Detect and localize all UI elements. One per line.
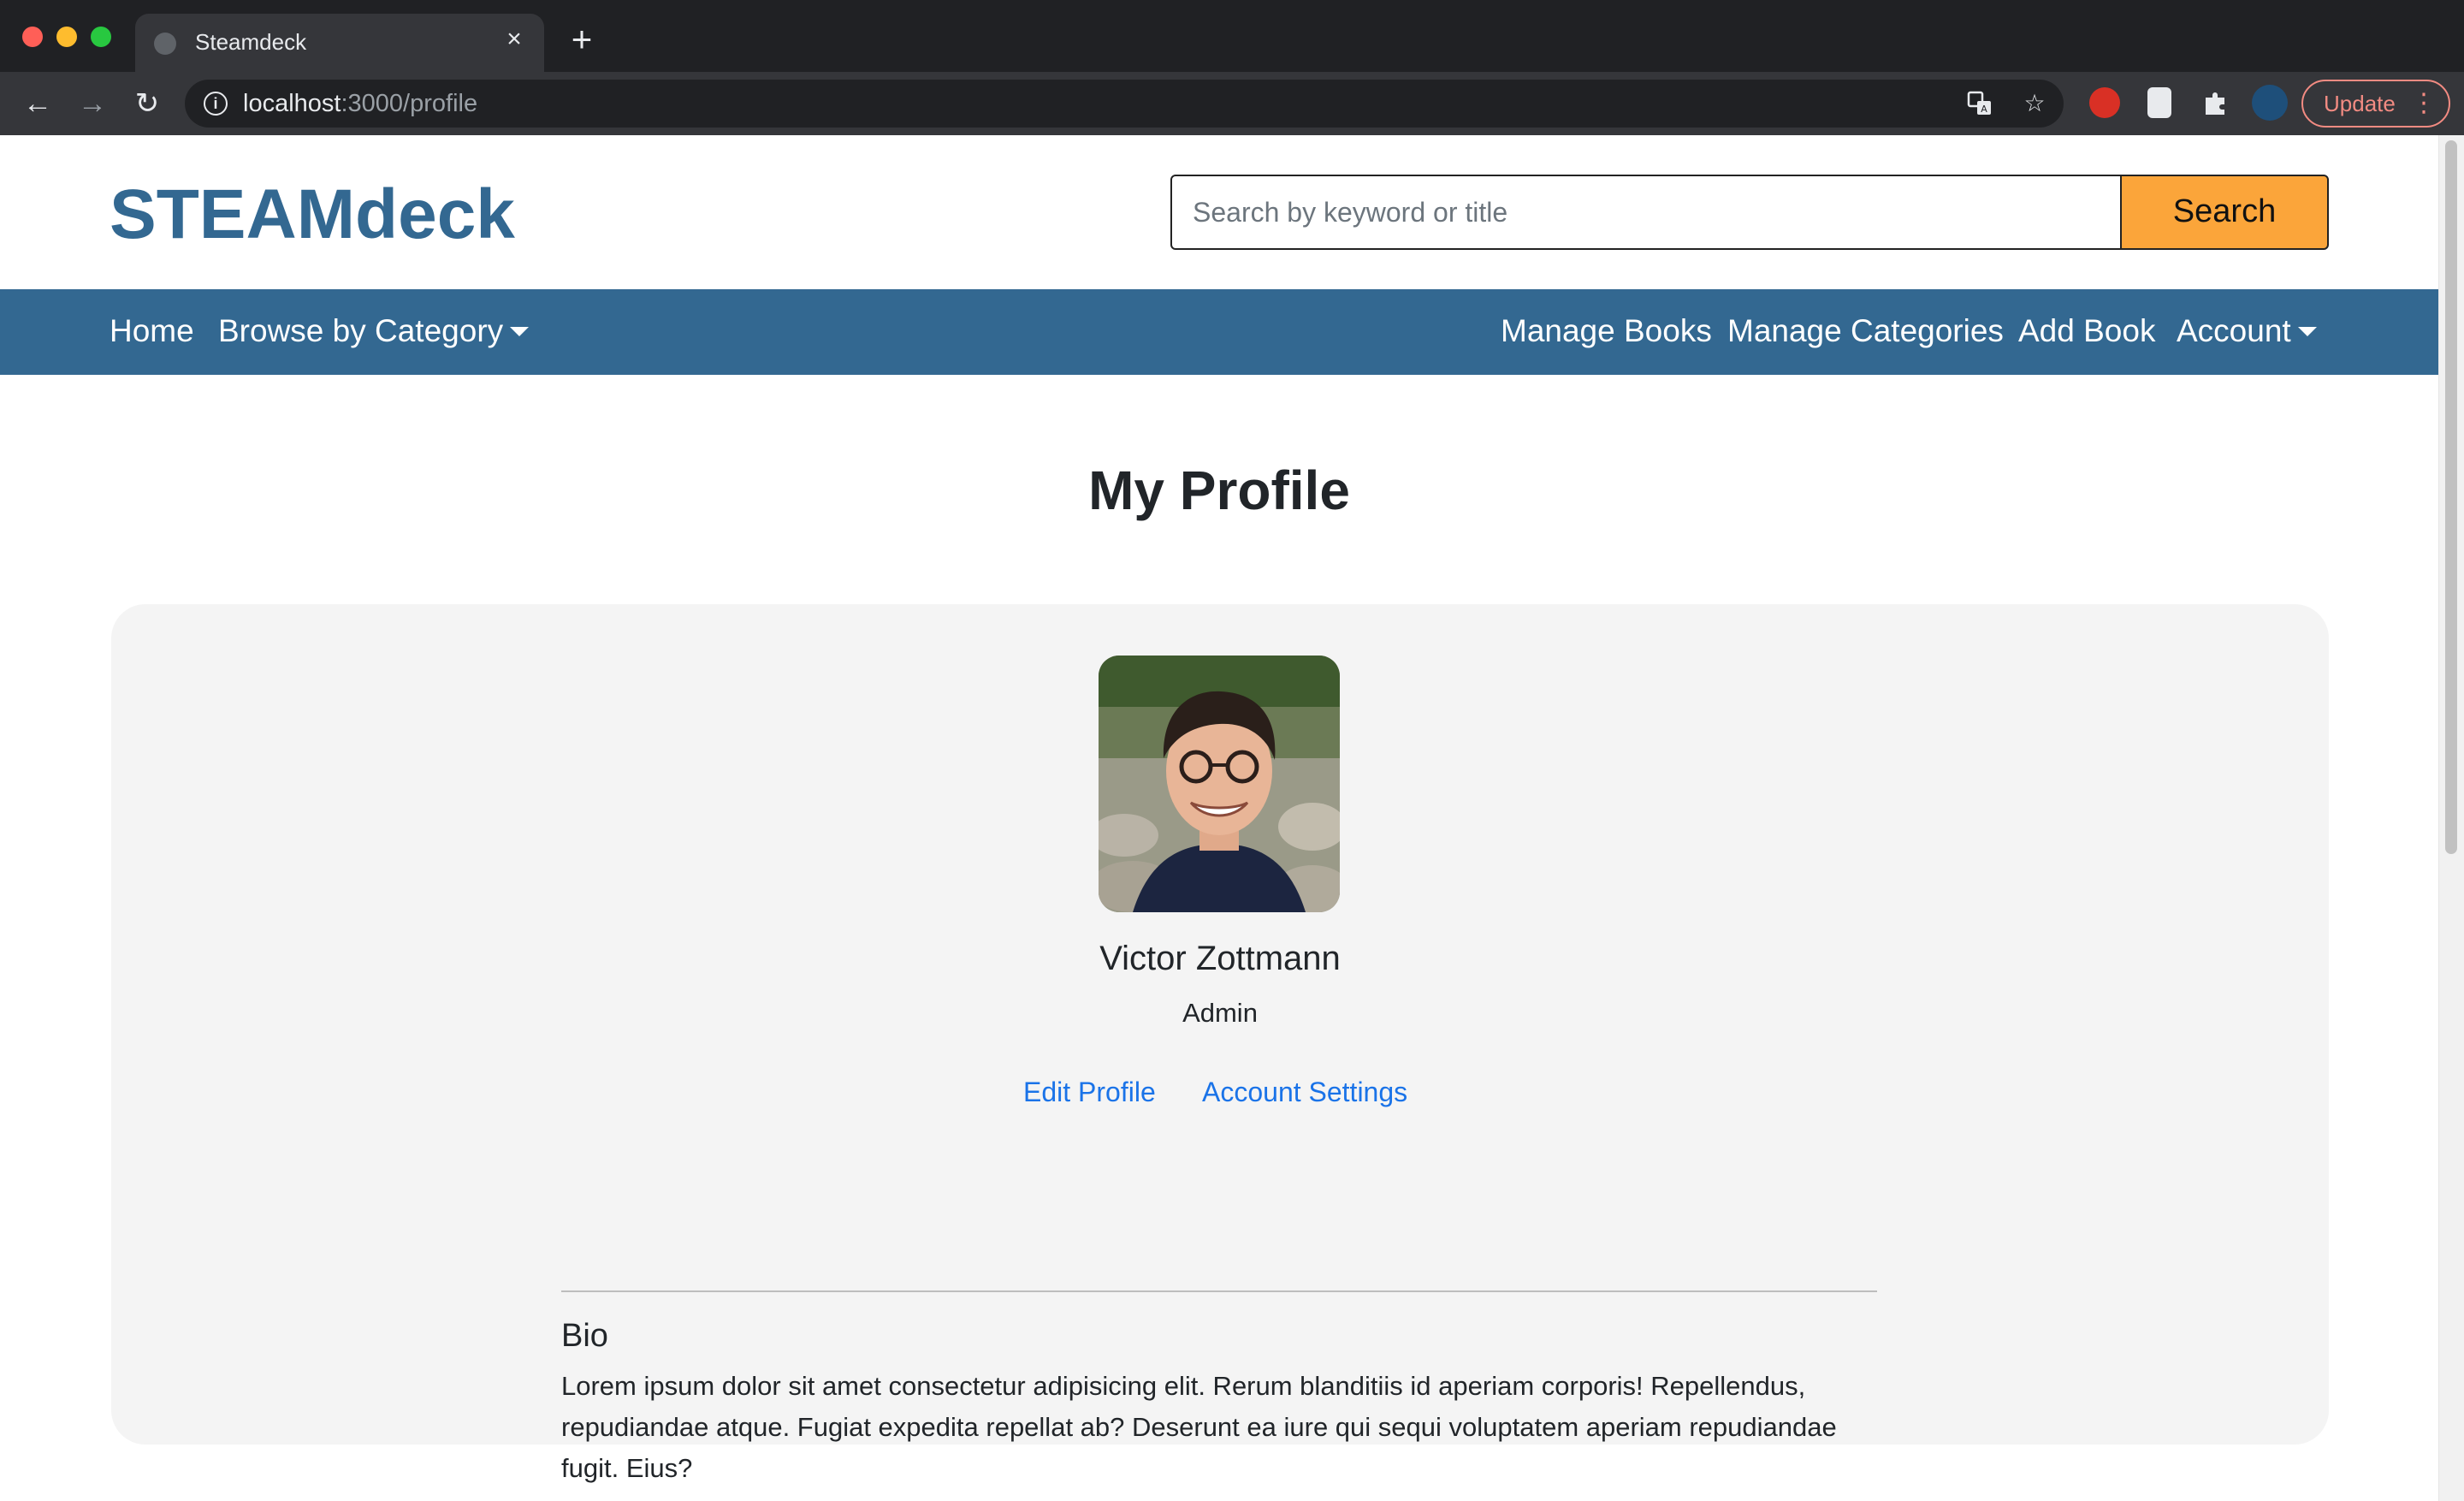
edit-profile-link[interactable]: Edit Profile [1023, 1077, 1156, 1108]
forward-arrow-icon[interactable]: → [75, 86, 110, 121]
document-extension-icon[interactable] [2147, 87, 2171, 118]
browser-tabstrip: Steamdeck × + [0, 0, 2464, 72]
address-bar[interactable]: i localhost:3000/profile A ☆ [185, 80, 2064, 128]
star-icon[interactable]: ☆ [2021, 90, 2048, 117]
nav-account-label: Account [2177, 313, 2291, 348]
nav-manage-books[interactable]: Manage Books [1501, 313, 1712, 349]
bio-heading: Bio [561, 1318, 608, 1354]
globe-icon [154, 33, 176, 55]
profile-card: Victor Zottmann Admin Edit Profile Accou… [111, 604, 2329, 1483]
translate-icon[interactable]: A [1966, 90, 1993, 117]
window-maximize-button[interactable] [91, 27, 111, 47]
info-icon[interactable]: i [204, 92, 228, 116]
caret-down-icon [510, 326, 530, 336]
adblock-extension-icon[interactable] [2089, 87, 2120, 118]
page-scrollbar[interactable] [2438, 135, 2464, 1501]
browser-toolbar: ← → ↻ i localhost:3000/profile A ☆ Updat… [0, 72, 2464, 135]
update-button[interactable]: Update ⋮ [2301, 80, 2450, 128]
svg-text:A: A [1981, 104, 1987, 115]
search-input[interactable] [1170, 175, 2122, 250]
avatar [1099, 656, 1340, 912]
puzzle-extensions-icon[interactable] [2200, 87, 2231, 118]
brand-logo[interactable]: STEAMdeck [110, 175, 515, 255]
caret-down-icon [2297, 326, 2317, 336]
reload-icon[interactable]: ↻ [130, 86, 164, 121]
account-settings-link[interactable]: Account Settings [1202, 1077, 1407, 1108]
page-title: My Profile [1088, 460, 1350, 521]
main-navbar: Home Browse by Category Manage Books Man… [0, 289, 2438, 375]
bio-text: Lorem ipsum dolor sit amet consectetur a… [561, 1371, 1837, 1483]
scrollbar-thumb[interactable] [2445, 140, 2457, 854]
window-close-button[interactable] [22, 27, 43, 47]
page: STEAMdeck Search Home Browse by Category… [0, 135, 2438, 1501]
back-arrow-icon[interactable]: ← [21, 86, 55, 121]
nav-add-book[interactable]: Add Book [2018, 313, 2155, 349]
nav-browse-by-category[interactable]: Browse by Category [218, 313, 530, 349]
profile-role: Admin [1182, 998, 1258, 1028]
search-button[interactable]: Search [2120, 175, 2329, 250]
profile-avatar-icon[interactable] [2252, 85, 2288, 121]
browser-tab[interactable]: Steamdeck × [135, 14, 544, 72]
tab-title: Steamdeck [195, 29, 307, 55]
nav-home[interactable]: Home [110, 313, 194, 349]
nav-browse-label: Browse by Category [218, 313, 504, 348]
nav-manage-categories[interactable]: Manage Categories [1727, 313, 2004, 349]
menu-dots-icon[interactable]: ⋮ [2411, 81, 2437, 126]
nav-account[interactable]: Account [2177, 313, 2317, 349]
profile-name: Victor Zottmann [1099, 940, 1341, 977]
new-tab-button[interactable]: + [565, 21, 599, 57]
window-minimize-button[interactable] [56, 27, 77, 47]
close-icon[interactable]: × [500, 25, 529, 54]
divider [561, 1290, 1877, 1292]
url-text[interactable]: localhost:3000/profile [243, 90, 477, 118]
